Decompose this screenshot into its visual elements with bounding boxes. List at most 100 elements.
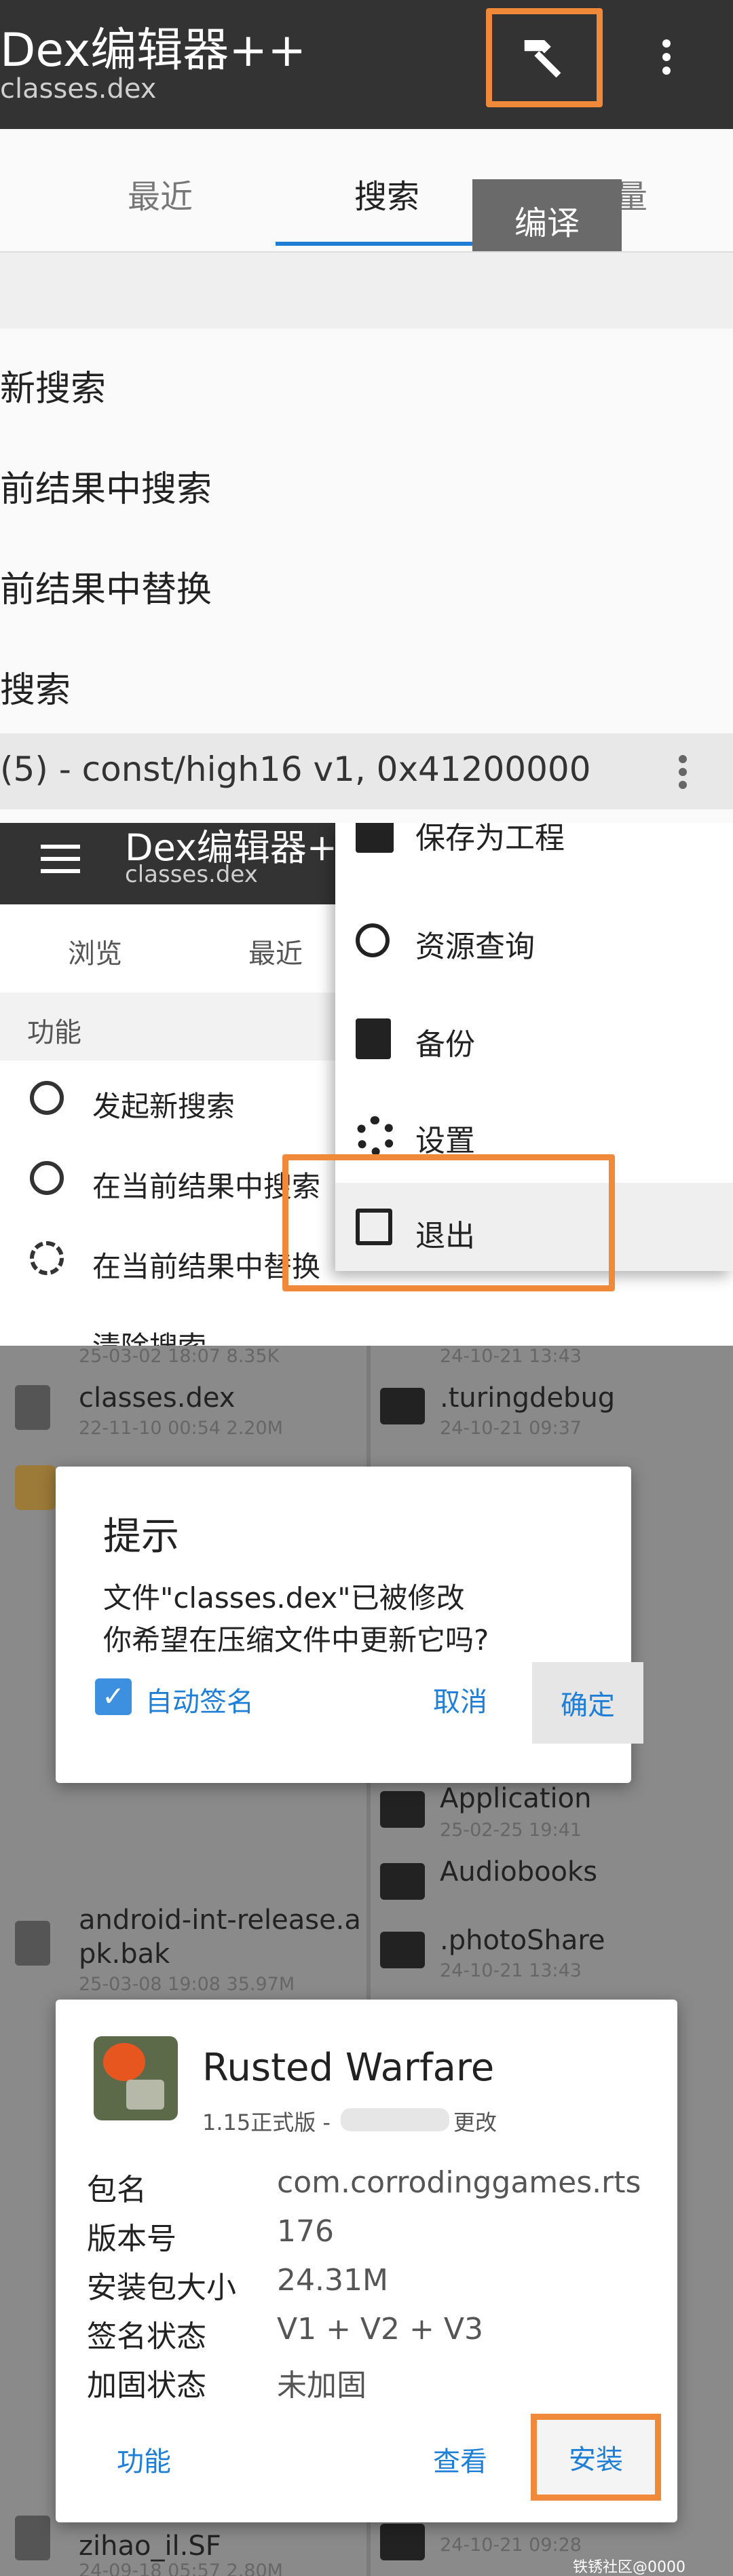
find-replace-icon (30, 1241, 64, 1275)
compile-button[interactable] (486, 8, 603, 107)
version-line: 1.15正式版 - (202, 2110, 331, 2135)
menu-search-in-results[interactable]: 前结果中搜索 (0, 460, 212, 511)
info-label: 签名状态 (87, 2319, 206, 2354)
tab-bar: 最近 搜索 常量 编译 (0, 129, 733, 261)
app-name: Rusted Warfare (202, 2046, 495, 2090)
app-title: Dex编辑器++ (0, 24, 307, 77)
cancel-button[interactable]: 取消 (433, 1680, 487, 1719)
file-meta: 25-02-25 19:41 (440, 1820, 582, 1841)
tab-search[interactable]: 搜索 (354, 170, 419, 217)
info-value: 24.31M (277, 2263, 388, 2298)
file-name[interactable]: classes.dex (79, 1382, 235, 1414)
file-meta: 22-11-10 00:54 2.20M (79, 1418, 283, 1439)
panel-install-dialog: android-int-release.a pk.bak 25-03-08 19… (0, 1905, 733, 2576)
app-icon (94, 2036, 178, 2120)
app-toolbar: Dex编辑器++ classes.dex (0, 0, 733, 129)
tooltip-text: 编译 (514, 204, 580, 242)
search-icon (356, 923, 390, 957)
hamburger-icon[interactable] (41, 845, 80, 873)
file-name[interactable]: Application (440, 1783, 592, 1814)
row-more-icon[interactable] (679, 755, 687, 789)
menu-replace-in-results[interactable]: 前结果中替换 (0, 561, 212, 612)
exit-highlight-frame (282, 1154, 615, 1291)
tab-recent-2[interactable]: 最近 (248, 932, 303, 971)
explosion-shape (103, 2043, 145, 2081)
menu-resource-query[interactable]: 资源查询 (415, 922, 535, 965)
version-suffix: 更改 (453, 2110, 497, 2135)
dialog-message: 你希望在压缩文件中更新它吗? (103, 1623, 489, 1657)
panel-exit-step: Dex编辑器+ classes.dex 浏览 最近 功能 发起新搜索 在当前结果… (0, 823, 733, 1346)
file-meta: 25-03-02 18:07 8.35K (79, 1346, 280, 1367)
file-name[interactable]: pk.bak (79, 1938, 170, 1970)
folder-icon (380, 1791, 425, 1828)
tab-indicator (276, 242, 501, 246)
function-button[interactable]: 功能 (117, 2440, 171, 2479)
file-icon (15, 2516, 50, 2560)
auto-sign-label: 自动签名 (145, 1687, 254, 1718)
compile-tooltip: 编译 (472, 179, 622, 261)
folder-icon (380, 1932, 425, 1968)
search-icon (30, 1161, 64, 1195)
update-dialog: 提示 文件"classes.dex"已被修改 你希望在压缩文件中更新它吗? ✓ … (56, 1467, 643, 1783)
info-value: 未加固 (277, 2368, 366, 2403)
auto-sign-checkbox[interactable]: ✓ (95, 1678, 132, 1715)
install-dialog: Rusted Warfare 1.15正式版 - 更改 包名 com.corro… (56, 2000, 677, 2522)
file-icon (15, 1921, 50, 1966)
file-name[interactable]: android-int-release.a (79, 1905, 361, 1936)
list-new-search[interactable]: 发起新搜索 (92, 1084, 235, 1125)
app-subtitle-2: classes.dex (125, 861, 258, 888)
layers-icon (15, 1465, 56, 1510)
panel-compile-step: Dex编辑器++ classes.dex 最近 搜索 常量 编译 新搜索 前结果… (0, 0, 733, 823)
file-name[interactable]: .photoShare (440, 1925, 605, 1956)
file-name[interactable]: zihao_il.SF (79, 2531, 221, 2562)
file-meta: 24-10-21 09:37 (440, 1418, 582, 1439)
info-value: com.corrodinggames.rts (277, 2165, 641, 2200)
list-clear-search[interactable]: 清除搜索 (92, 1324, 206, 1346)
result-text: (5) - const/high16 v1, 0x41200000 (0, 750, 591, 789)
folder-icon (380, 1388, 425, 1424)
ok-button[interactable]: 确定 (532, 1662, 643, 1744)
folder-icon (380, 2524, 425, 2560)
file-meta: 24-10-21 09:28 (440, 2535, 582, 2556)
file-icon (15, 1385, 50, 1430)
backup-icon (356, 1018, 391, 1059)
file-meta: 24-10-21 13:43 (440, 1960, 582, 1981)
dialog-message: 文件"classes.dex"已被修改 (103, 1581, 465, 1615)
gear-icon (356, 1116, 395, 1156)
folder-icon (380, 1863, 425, 1900)
file-meta: 24-09-18 05:57 2.80M (79, 2560, 283, 2576)
ok-label: 确定 (561, 1690, 615, 1721)
panel-update-dialog: 25-03-02 18:07 8.35K 24-10-21 13:43 clas… (0, 1346, 733, 1905)
section-header (0, 253, 733, 329)
save-icon (356, 823, 394, 853)
tank-shape (126, 2080, 164, 2110)
menu-settings[interactable]: 设置 (415, 1116, 475, 1160)
tab-browse[interactable]: 浏览 (68, 932, 122, 971)
section-label: 功能 (27, 1017, 81, 1048)
watermark: 铁锈社区@0000 (573, 2559, 685, 2576)
menu-save-project[interactable]: 保存为工程 (415, 823, 565, 857)
app-subtitle: classes.dex (0, 73, 157, 105)
result-row[interactable]: (5) - const/high16 v1, 0x41200000 (0, 733, 733, 809)
install-label: 安装 (569, 2444, 623, 2476)
hammer-icon (524, 40, 561, 78)
info-label: 版本号 (87, 2222, 176, 2256)
info-label: 加固状态 (87, 2368, 206, 2403)
tab-recent[interactable]: 最近 (128, 170, 193, 217)
file-meta: 25-03-08 19:08 35.97M (79, 1974, 295, 1995)
search-icon (30, 1081, 64, 1115)
file-meta: 24-10-21 13:43 (440, 1346, 582, 1367)
menu-new-search[interactable]: 新搜索 (0, 360, 106, 411)
info-label: 包名 (87, 2173, 147, 2207)
menu-search[interactable]: 搜索 (0, 661, 71, 712)
info-value: 176 (277, 2214, 334, 2249)
install-button[interactable]: 安装 (531, 2414, 661, 2501)
dialog-title: 提示 (103, 1515, 179, 1559)
blurred-region (341, 2108, 449, 2131)
more-vert-icon[interactable] (662, 39, 671, 80)
file-name[interactable]: Audiobooks (440, 1856, 597, 1888)
view-button[interactable]: 查看 (433, 2440, 487, 2479)
info-value: V1 + V2 + V3 (277, 2312, 483, 2347)
menu-backup[interactable]: 备份 (415, 1020, 475, 1063)
file-name[interactable]: .turingdebug (440, 1382, 615, 1414)
